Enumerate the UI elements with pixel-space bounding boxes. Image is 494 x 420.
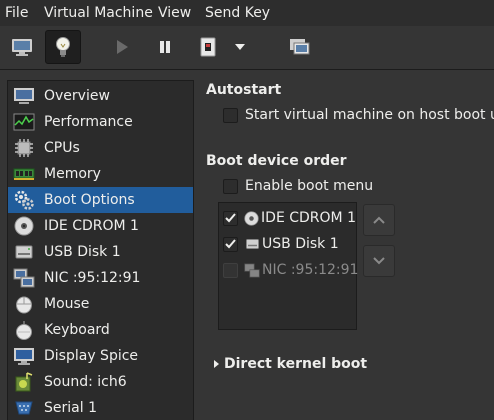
sidebar-item-label: Serial 1 [44,400,97,416]
move-up-button[interactable] [363,204,395,236]
cpu-icon [12,136,36,160]
details-button[interactable] [45,30,81,64]
keyboard-icon [12,318,36,342]
pause-icon [160,41,170,53]
play-icon [117,40,128,54]
sidebar-item-display-spice[interactable]: Display Spice [8,343,193,369]
checkmark-icon [225,239,236,249]
overview-icon [12,84,36,108]
boot-device-row[interactable]: USB Disk 1 [219,231,356,257]
boot-options-panel: Autostart Start virtual machine on host … [195,70,494,420]
enable-boot-menu-row[interactable]: Enable boot menu [223,178,373,194]
toolbar [0,26,494,70]
boot-device-checkbox[interactable] [223,236,238,252]
arrow-up-icon [373,216,385,224]
monitor-icon [12,39,32,56]
sidebar-item-serial-1[interactable]: Serial 1 [8,395,193,420]
sidebar-item-sound[interactable]: Sound: ich6 [8,369,193,395]
lightbulb-icon [56,37,70,57]
run-button[interactable] [104,30,140,64]
usb-disk-icon [12,240,36,264]
boot-device-checkbox[interactable] [223,210,238,226]
sidebar-item-keyboard[interactable]: Keyboard [8,317,193,343]
sidebar-item-cpus[interactable]: CPUs [8,135,193,161]
sidebar-item-label: Performance [44,114,133,130]
hardware-list: Overview Performance CPUs Memory Boot Op… [7,80,194,420]
sidebar-item-label: Boot Options [44,192,135,208]
boot-device-label: USB Disk 1 [262,236,339,252]
menu-send-key[interactable]: Send Key [205,4,270,22]
shutdown-menu-button[interactable] [228,30,252,64]
sidebar-item-overview[interactable]: Overview [8,83,193,109]
direct-kernel-boot-expander[interactable]: Direct kernel boot [211,356,367,372]
boot-device-row[interactable]: NIC :95:12:91 [219,257,359,283]
display-icon [12,344,36,368]
sidebar-item-ide-cdrom-1[interactable]: IDE CDROM 1 [8,213,193,239]
menubar: File Virtual Machine View Send Key [0,0,494,26]
sidebar-item-mouse[interactable]: Mouse [8,291,193,317]
mouse-icon [12,292,36,316]
boot-options-icon [12,188,36,212]
snapshots-button[interactable] [282,30,318,64]
menu-view[interactable]: View [158,4,191,22]
sidebar-item-label: IDE CDROM 1 [44,218,139,234]
expander-arrow-icon [211,359,221,369]
boot-device-label: IDE CDROM 1 [261,210,356,226]
arrow-down-icon [373,257,385,265]
sidebar-item-nic[interactable]: NIC :95:12:91 [8,265,193,291]
autostart-checkbox[interactable] [223,107,238,123]
sound-icon [12,370,36,394]
sidebar-item-label: NIC :95:12:91 [44,270,141,286]
boot-device-label: NIC :95:12:91 [262,262,359,278]
sidebar-item-label: CPUs [44,140,80,156]
console-button[interactable] [4,30,40,64]
sidebar-item-memory[interactable]: Memory [8,161,193,187]
pause-button[interactable] [147,30,183,64]
cdrom-icon [12,214,36,238]
snapshot-icon [290,39,310,55]
boot-device-checkbox[interactable] [223,262,238,278]
checkmark-icon [225,213,236,223]
menu-file[interactable]: File [5,4,28,22]
direct-kernel-boot-label: Direct kernel boot [224,356,368,372]
enable-boot-menu-checkbox[interactable] [223,178,238,194]
sidebar-item-performance[interactable]: Performance [8,109,193,135]
autostart-checkbox-label: Start virtual machine on host boot up [245,107,494,123]
sidebar-item-label: Mouse [44,296,90,312]
cdrom-icon [244,210,259,226]
performance-icon [12,110,36,134]
nic-icon [244,262,260,278]
sidebar-item-label: Sound: ich6 [44,374,127,390]
enable-boot-menu-label: Enable boot menu [245,178,374,194]
dropdown-arrow-icon [235,44,245,50]
nic-icon [12,266,36,290]
boot-order-title: Boot device order [206,153,347,169]
autostart-title: Autostart [206,82,282,98]
shutdown-icon [200,37,216,57]
menu-virtual-machine[interactable]: Virtual Machine [44,4,153,22]
sidebar-item-label: Keyboard [44,322,110,338]
move-down-button[interactable] [363,245,395,277]
autostart-checkbox-row[interactable]: Start virtual machine on host boot up [223,107,494,123]
sidebar-item-label: Overview [44,88,110,104]
serial-icon [12,396,36,420]
boot-device-row[interactable]: IDE CDROM 1 [219,205,356,231]
sidebar-item-label: USB Disk 1 [44,244,121,260]
shutdown-button[interactable] [190,30,226,64]
memory-icon [12,162,36,186]
sidebar-item-label: Display Spice [44,348,139,364]
usb-disk-icon [244,236,260,252]
sidebar-item-label: Memory [44,166,101,182]
sidebar-item-boot-options[interactable]: Boot Options [8,187,193,213]
sidebar-item-usb-disk-1[interactable]: USB Disk 1 [8,239,193,265]
boot-device-list: IDE CDROM 1 USB Disk 1 NIC :95:12:91 [218,202,359,330]
